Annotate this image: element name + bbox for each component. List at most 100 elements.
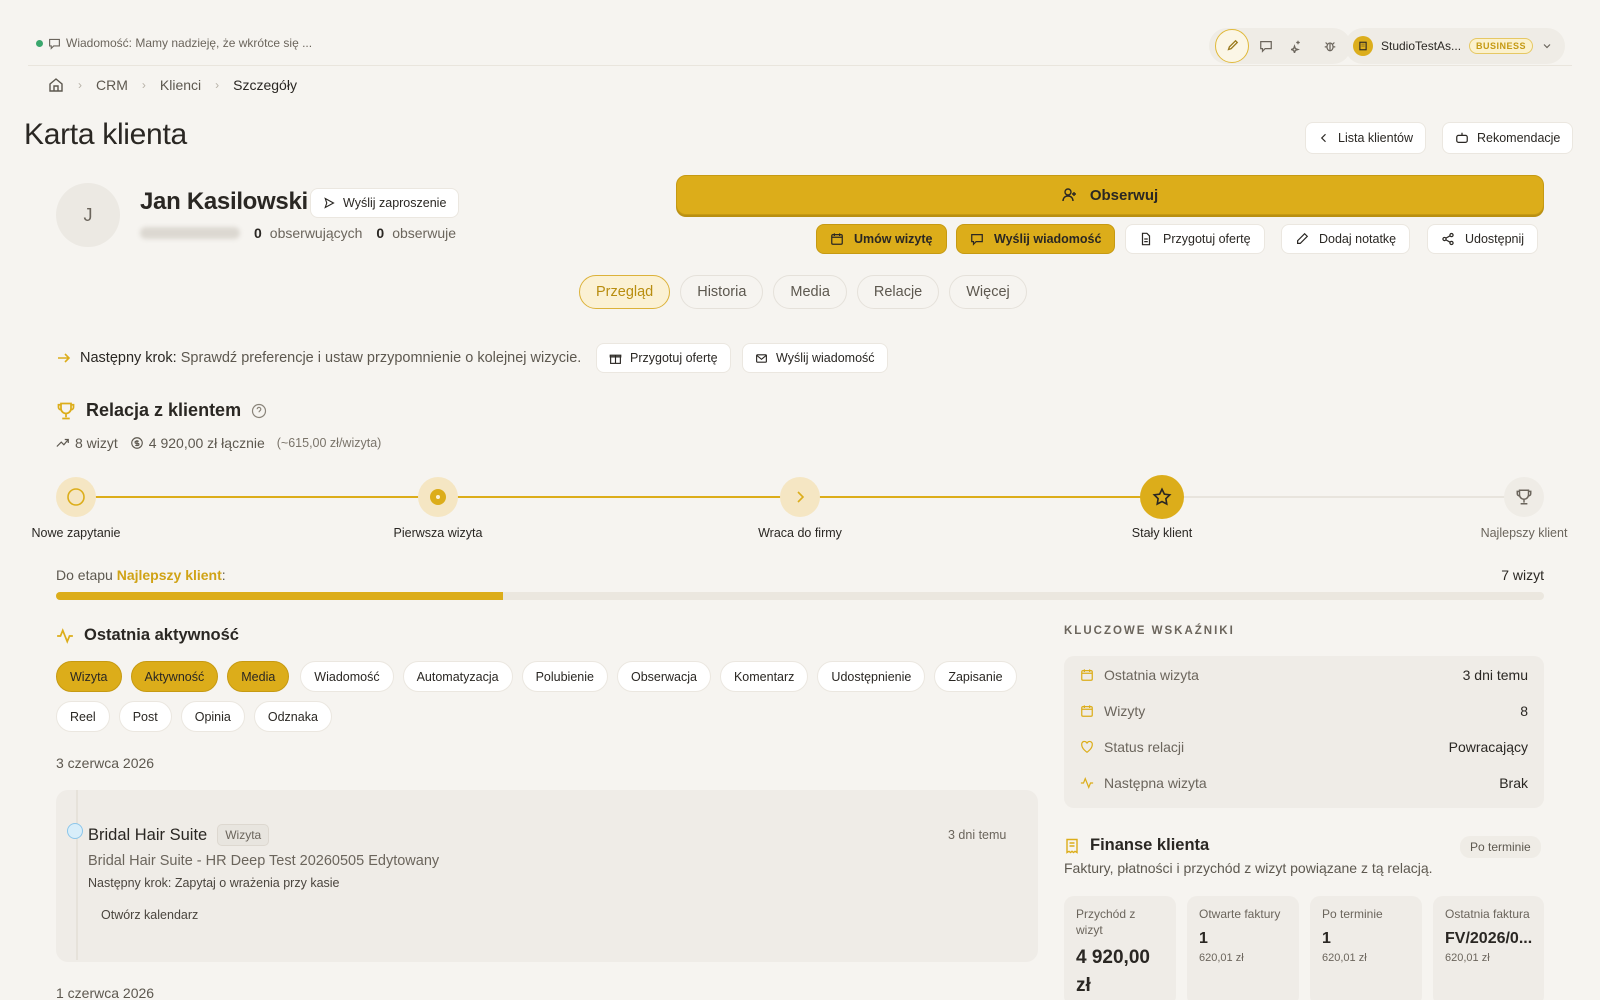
open-calendar-link[interactable]: Otwórz kalendarz	[101, 908, 198, 922]
toolbar-group	[1209, 28, 1351, 64]
filter-chip[interactable]: Automatyzacja	[402, 661, 513, 692]
blurred-handle	[140, 227, 240, 239]
stage-new-inquiry-marker	[56, 477, 96, 517]
breadcrumb-clients[interactable]: Klienci	[160, 77, 201, 93]
stage-returning-marker	[780, 477, 820, 517]
filter-chip[interactable]: Opinia	[180, 701, 245, 732]
book-visit-button[interactable]: Umów wizytę	[816, 224, 947, 254]
kpi-row-relation-status: Status relacji Powracający	[1080, 739, 1528, 755]
chevron-right-icon: ›	[215, 78, 220, 92]
send-message-button[interactable]: Wyślij wiadomość	[956, 224, 1116, 254]
building-icon	[1353, 36, 1373, 56]
trend-up-icon	[56, 436, 70, 450]
arrow-right-icon	[56, 350, 72, 366]
sparkles-icon[interactable]	[1283, 31, 1313, 61]
add-note-button[interactable]: Dodaj notatkę	[1281, 224, 1411, 254]
activity-icon	[1080, 776, 1094, 790]
prepare-offer-small-button[interactable]: Przygotuj ofertę	[596, 343, 731, 373]
pencil-icon	[1295, 232, 1309, 246]
tab-more[interactable]: Więcej	[949, 275, 1027, 309]
prepare-offer-button[interactable]: Przygotuj ofertę	[1125, 224, 1265, 254]
stage-label-best-client: Najlepszy klient	[1480, 526, 1568, 540]
relation-section-title: Relacja z klientem	[56, 400, 267, 421]
trophy-icon	[56, 401, 76, 421]
filter-chip[interactable]: Aktywność	[130, 661, 219, 692]
timeline-line	[76, 790, 78, 960]
account-switcher[interactable]: StudioTestAs... BUSINESS	[1345, 28, 1566, 64]
chat-icon[interactable]	[1251, 31, 1281, 61]
home-icon[interactable]	[48, 77, 64, 93]
client-list-button[interactable]: Lista klientów	[1305, 122, 1427, 154]
tab-media[interactable]: Media	[773, 275, 847, 309]
breadcrumb-crm[interactable]: CRM	[96, 77, 128, 93]
send-message-small-button[interactable]: Wyślij wiadomość	[742, 343, 888, 373]
filter-chip[interactable]: Udostępnienie	[817, 661, 926, 692]
calendar-icon	[1080, 668, 1094, 682]
chat-icon	[970, 232, 984, 246]
filter-chip[interactable]: Polubienie	[521, 661, 608, 692]
finance-card-revenue: Przychód z wizyt 4 920,00 zł	[1064, 896, 1176, 1000]
filter-chip[interactable]: Wiadomość	[300, 661, 394, 692]
filter-chip[interactable]: Zapisanie	[934, 661, 1017, 692]
follow-stats: 0 obserwujących 0 obserwuje	[140, 225, 456, 241]
filter-chip[interactable]: Reel	[56, 701, 110, 732]
robot-icon	[1455, 131, 1469, 145]
kpi-row-last-visit: Ostatnia wizyta 3 dni temu	[1080, 667, 1528, 683]
event-subtitle: Bridal Hair Suite - HR Deep Test 2026050…	[88, 853, 440, 869]
user-plus-icon	[1062, 187, 1078, 203]
send-icon	[323, 197, 335, 209]
stage-label-returning: Wraca do firmy	[758, 526, 842, 540]
client-name: Jan Kasilowski	[140, 188, 308, 215]
stage-best-client-marker	[1504, 477, 1544, 517]
receipt-icon	[1064, 838, 1080, 854]
page-title: Karta klienta	[24, 118, 187, 151]
tab-overview[interactable]: Przegląd	[579, 275, 671, 309]
mail-icon	[755, 352, 768, 365]
event-time: 3 dni temu	[948, 828, 1007, 842]
filter-chip[interactable]: Obserwacja	[616, 661, 711, 692]
divider	[28, 65, 1572, 66]
bug-icon[interactable]	[1315, 31, 1345, 61]
coin-icon	[130, 436, 144, 450]
kpi-row-next-visit: Następna wizyta Brak	[1080, 775, 1528, 791]
stage-regular-marker	[1140, 475, 1184, 519]
calendar-event-icon	[67, 823, 83, 839]
stage-label-regular: Stały klient	[1131, 526, 1193, 540]
kpi-heading: KLUCZOWE WSKAŹNIKI	[1064, 625, 1235, 637]
remaining-visits: 7 wizyt	[1501, 567, 1544, 583]
share-button[interactable]: Udostępnij	[1427, 224, 1539, 254]
avatar: J	[56, 183, 120, 247]
filter-chip[interactable]: Media	[227, 661, 290, 692]
filter-chip[interactable]: Odznaka	[253, 701, 332, 732]
event-title: Bridal Hair Suite	[88, 825, 208, 844]
finance-card-overdue: Po terminie 1 620,01 zł	[1310, 896, 1422, 1000]
finance-title: Finanse klienta	[1064, 836, 1209, 855]
finance-card-open-invoices: Otwarte faktury 1 620,01 zł	[1187, 896, 1299, 1000]
heart-icon	[1080, 740, 1094, 754]
activity-title: Ostatnia aktywność	[56, 626, 239, 645]
filter-chip[interactable]: Komentarz	[719, 661, 809, 692]
status-message[interactable]: Wiadomość: Mamy nadzieję, że wkrótce się…	[36, 36, 312, 50]
send-invite-button[interactable]: Wyślij zaproszenie	[310, 188, 460, 218]
share-icon	[1441, 232, 1455, 246]
follow-button[interactable]: Obserwuj	[676, 175, 1544, 215]
filter-chip[interactable]: Post	[118, 701, 172, 732]
breadcrumb-details: Szczegóły	[233, 77, 297, 93]
relation-stats: 8 wizyt 4 920,00 zł łącznie (~615,00 zł/…	[56, 435, 381, 451]
breadcrumb: › CRM › Klienci › Szczegóły	[48, 75, 297, 95]
brush-icon[interactable]	[1215, 29, 1249, 63]
kpi-row-visits: Wizyty 8	[1080, 703, 1528, 719]
finance-card-last-invoice: Ostatnia faktura FV/2026/0... 620,01 zł	[1433, 896, 1544, 1000]
filter-chip[interactable]: Wizyta	[56, 661, 122, 692]
help-icon[interactable]	[251, 403, 267, 419]
activity-filters: Wizyta Aktywność Media Wiadomość Automat…	[56, 661, 1036, 732]
stage-track-fill	[76, 496, 1161, 498]
tab-history[interactable]: Historia	[680, 275, 764, 309]
recommendations-button[interactable]: Rekomendacje	[1442, 122, 1574, 154]
stage-label-first-visit: Pierwsza wizyta	[393, 526, 483, 540]
document-icon	[1139, 232, 1153, 246]
activity-icon	[56, 627, 74, 645]
stage-progress-fill	[56, 592, 503, 600]
tab-relations[interactable]: Relacje	[856, 275, 940, 309]
event-title-row: Bridal Hair Suite Wizyta	[88, 824, 270, 846]
